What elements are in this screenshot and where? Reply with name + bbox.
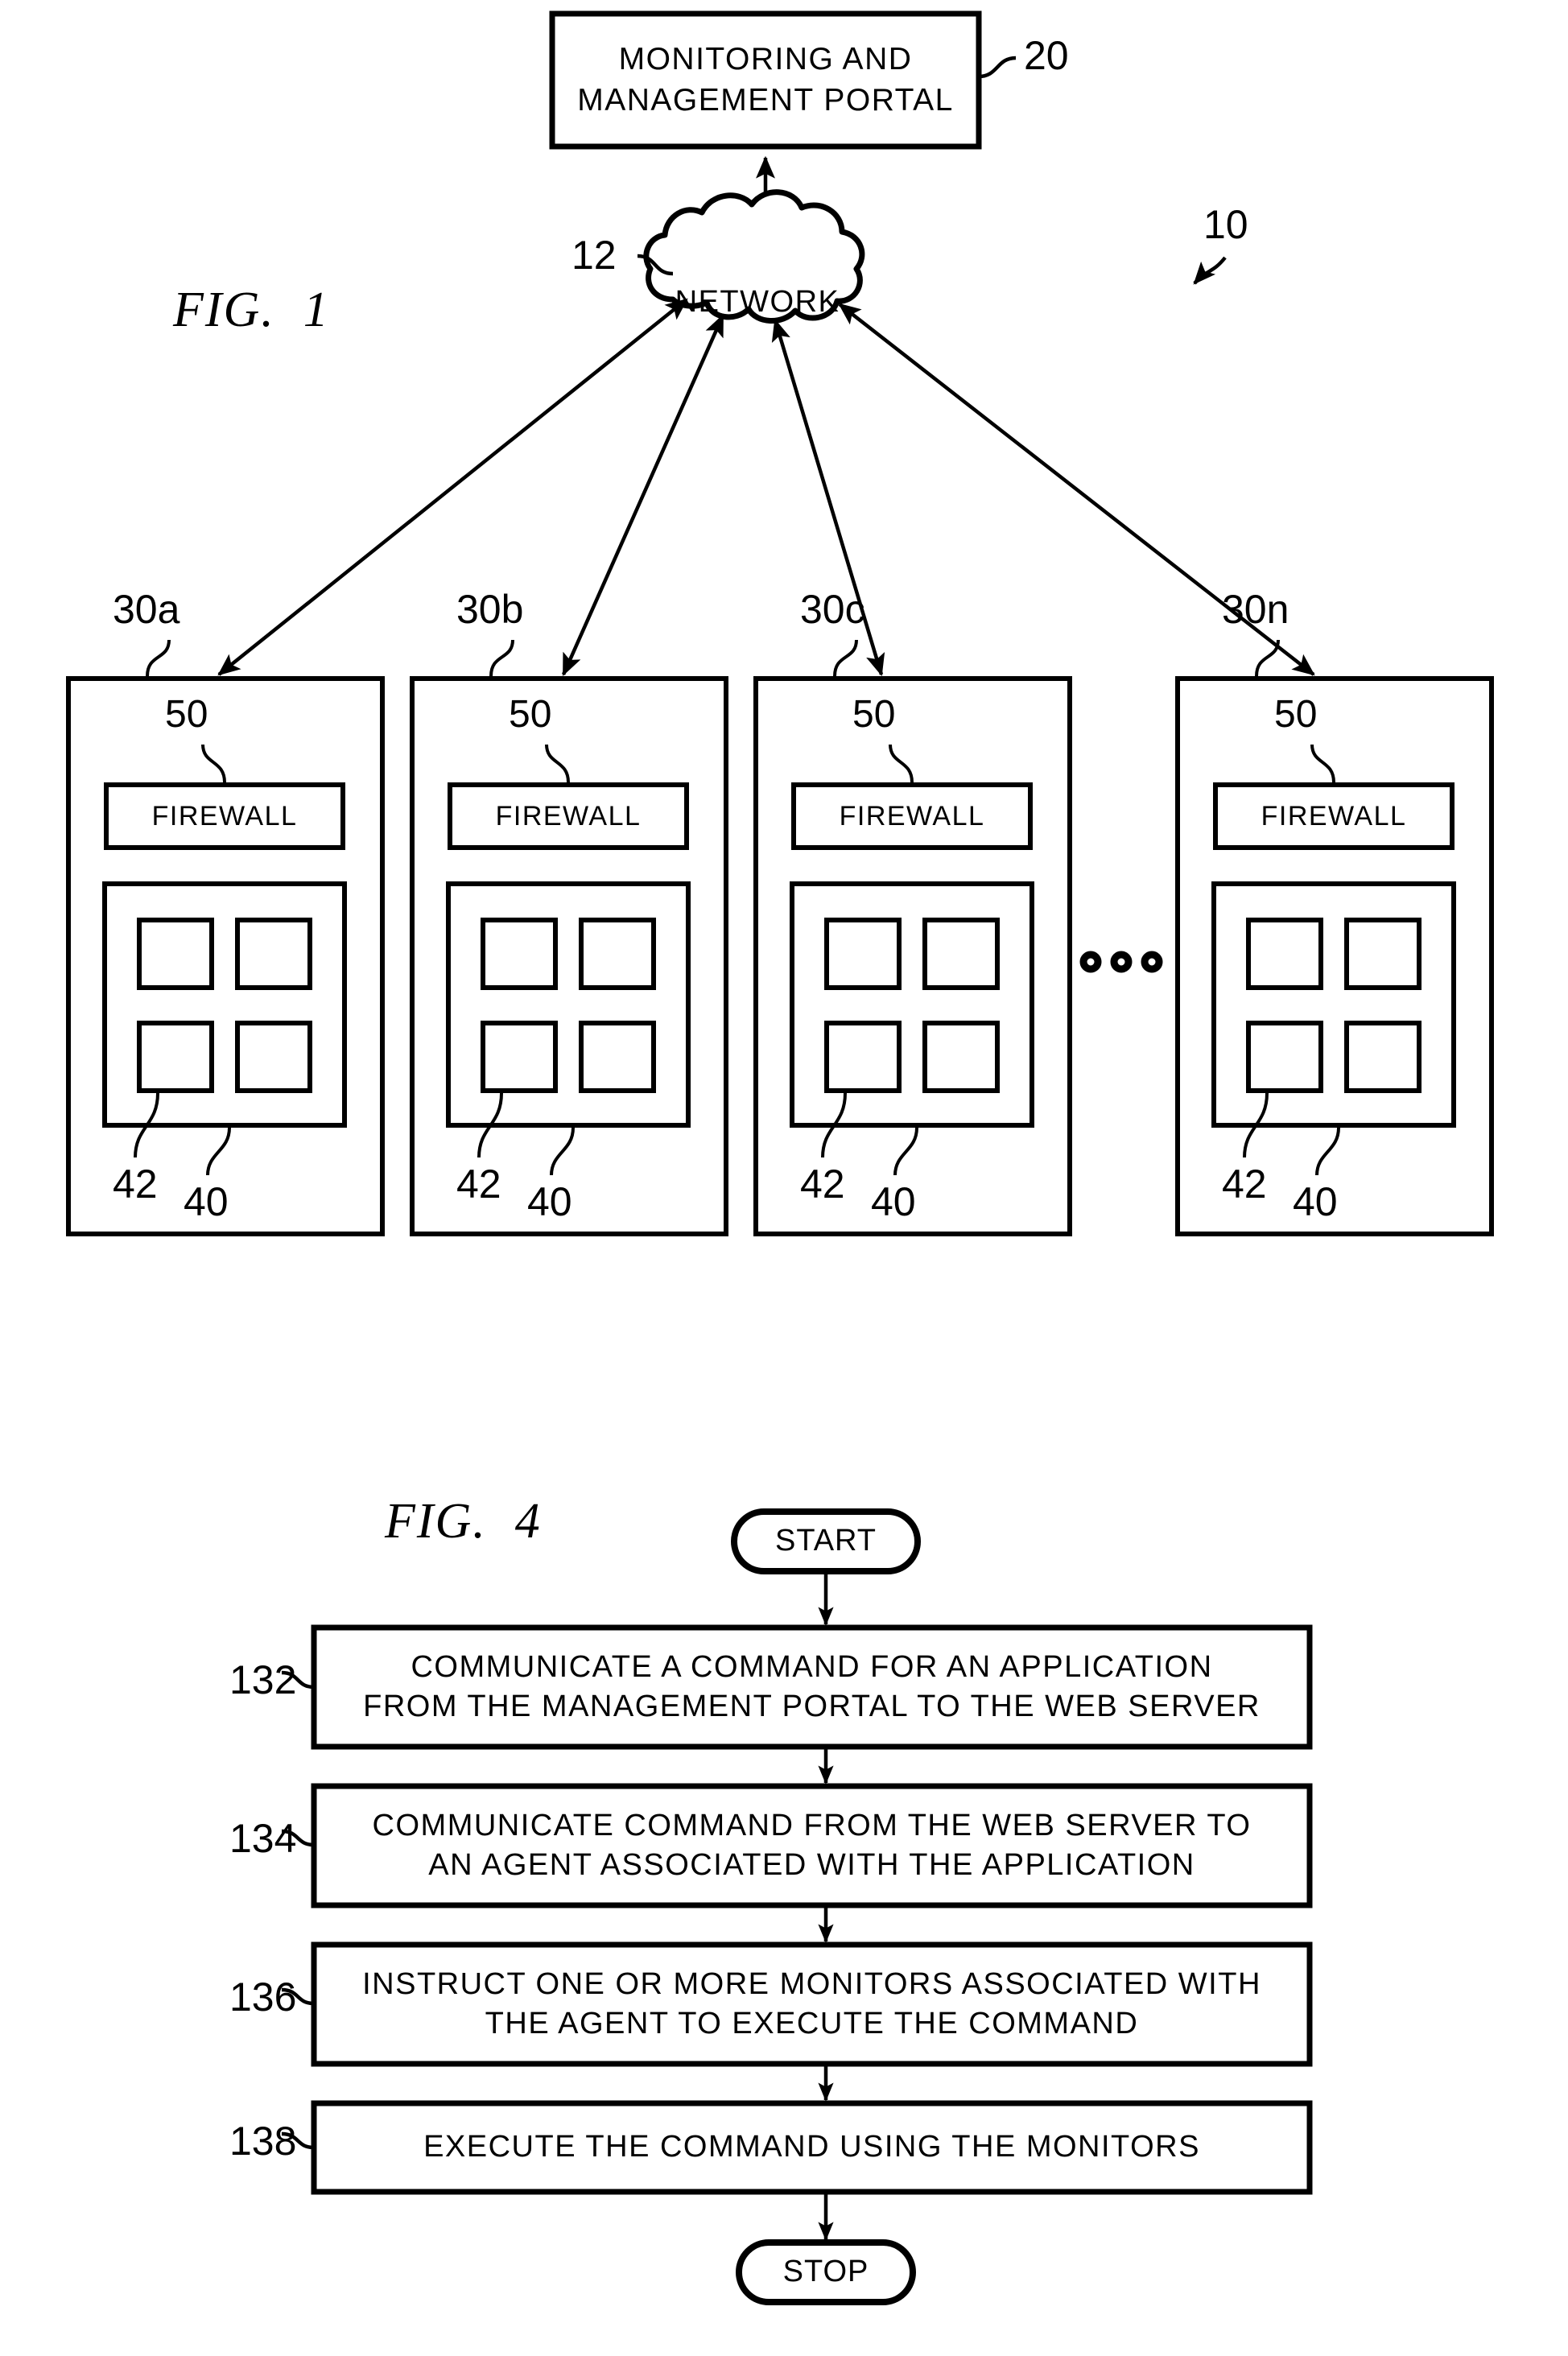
firewall-label-30n: FIREWALL [1261,800,1407,831]
step-label-136: INSTRUCT ONE OR MORE MONITORS ASSOCIATED… [362,1966,1261,2040]
leader-line-20 [978,56,1017,79]
ref-136: 136 [229,1974,297,2020]
monitoring-management-portal-label: MONITORING AND MANAGEMENT PORTAL [577,41,954,118]
network-server-link-30b [561,313,725,677]
ref-42-30a: 42 [113,1161,158,1207]
ref-134: 134 [229,1816,297,1861]
ref-10: 10 [1203,202,1248,247]
figure-4-label: FIG. 4 [385,1494,542,1549]
server-group-30n [1175,639,1494,1236]
firewall-label-30a: FIREWALL [151,800,298,831]
step-label-132: COMMUNICATE A COMMAND FOR AN APPLICATION… [363,1649,1261,1723]
patent-figure-sheet: FIG. 1 MONITORING AND MANAGEMENT PORTAL … [0,0,1568,2356]
step-label-138: EXECUTE THE COMMAND USING THE MONITORS [423,2130,1200,2164]
server-group-30a [66,639,385,1236]
server-group-30b [410,639,728,1236]
ref-40-30b: 40 [527,1179,572,1224]
firewall-label-30c: FIREWALL [839,800,985,831]
ref-42-30b: 42 [456,1161,501,1207]
ref-30n: 30n [1222,587,1289,632]
ref-50-30b: 50 [509,693,552,736]
figure-1-label: FIG. 1 [173,283,330,337]
ref-30c: 30c [800,587,865,632]
ref-40-30a: 40 [184,1179,229,1224]
stop-label: STOP [782,2255,869,2289]
ref-30b: 30b [456,587,524,632]
leader-line-10 [1193,256,1227,285]
ref-50-30n: 50 [1274,693,1318,736]
ref-42-30n: 42 [1222,1161,1267,1207]
ref-50-30c: 50 [852,693,896,736]
ref-50-30a: 50 [165,693,208,736]
ref-40-30c: 40 [871,1179,916,1224]
server-group-30c [753,639,1072,1236]
ref-12: 12 [571,233,617,278]
firewall-label-30b: FIREWALL [495,800,642,831]
step-label-134: COMMUNICATE COMMAND FROM THE WEB SERVER … [372,1808,1252,1882]
ref-42-30c: 42 [800,1161,845,1207]
network-server-link-30a [217,298,688,676]
start-label: START [774,1524,877,1558]
network-cloud-label: NETWORK [675,285,840,320]
ref-40-30n: 40 [1293,1179,1338,1224]
ellipsis-dots [1079,951,1163,973]
ref-30a: 30a [113,587,180,632]
ref-20: 20 [1024,33,1069,78]
ref-138: 138 [229,2119,297,2164]
ref-132: 132 [229,1657,297,1702]
